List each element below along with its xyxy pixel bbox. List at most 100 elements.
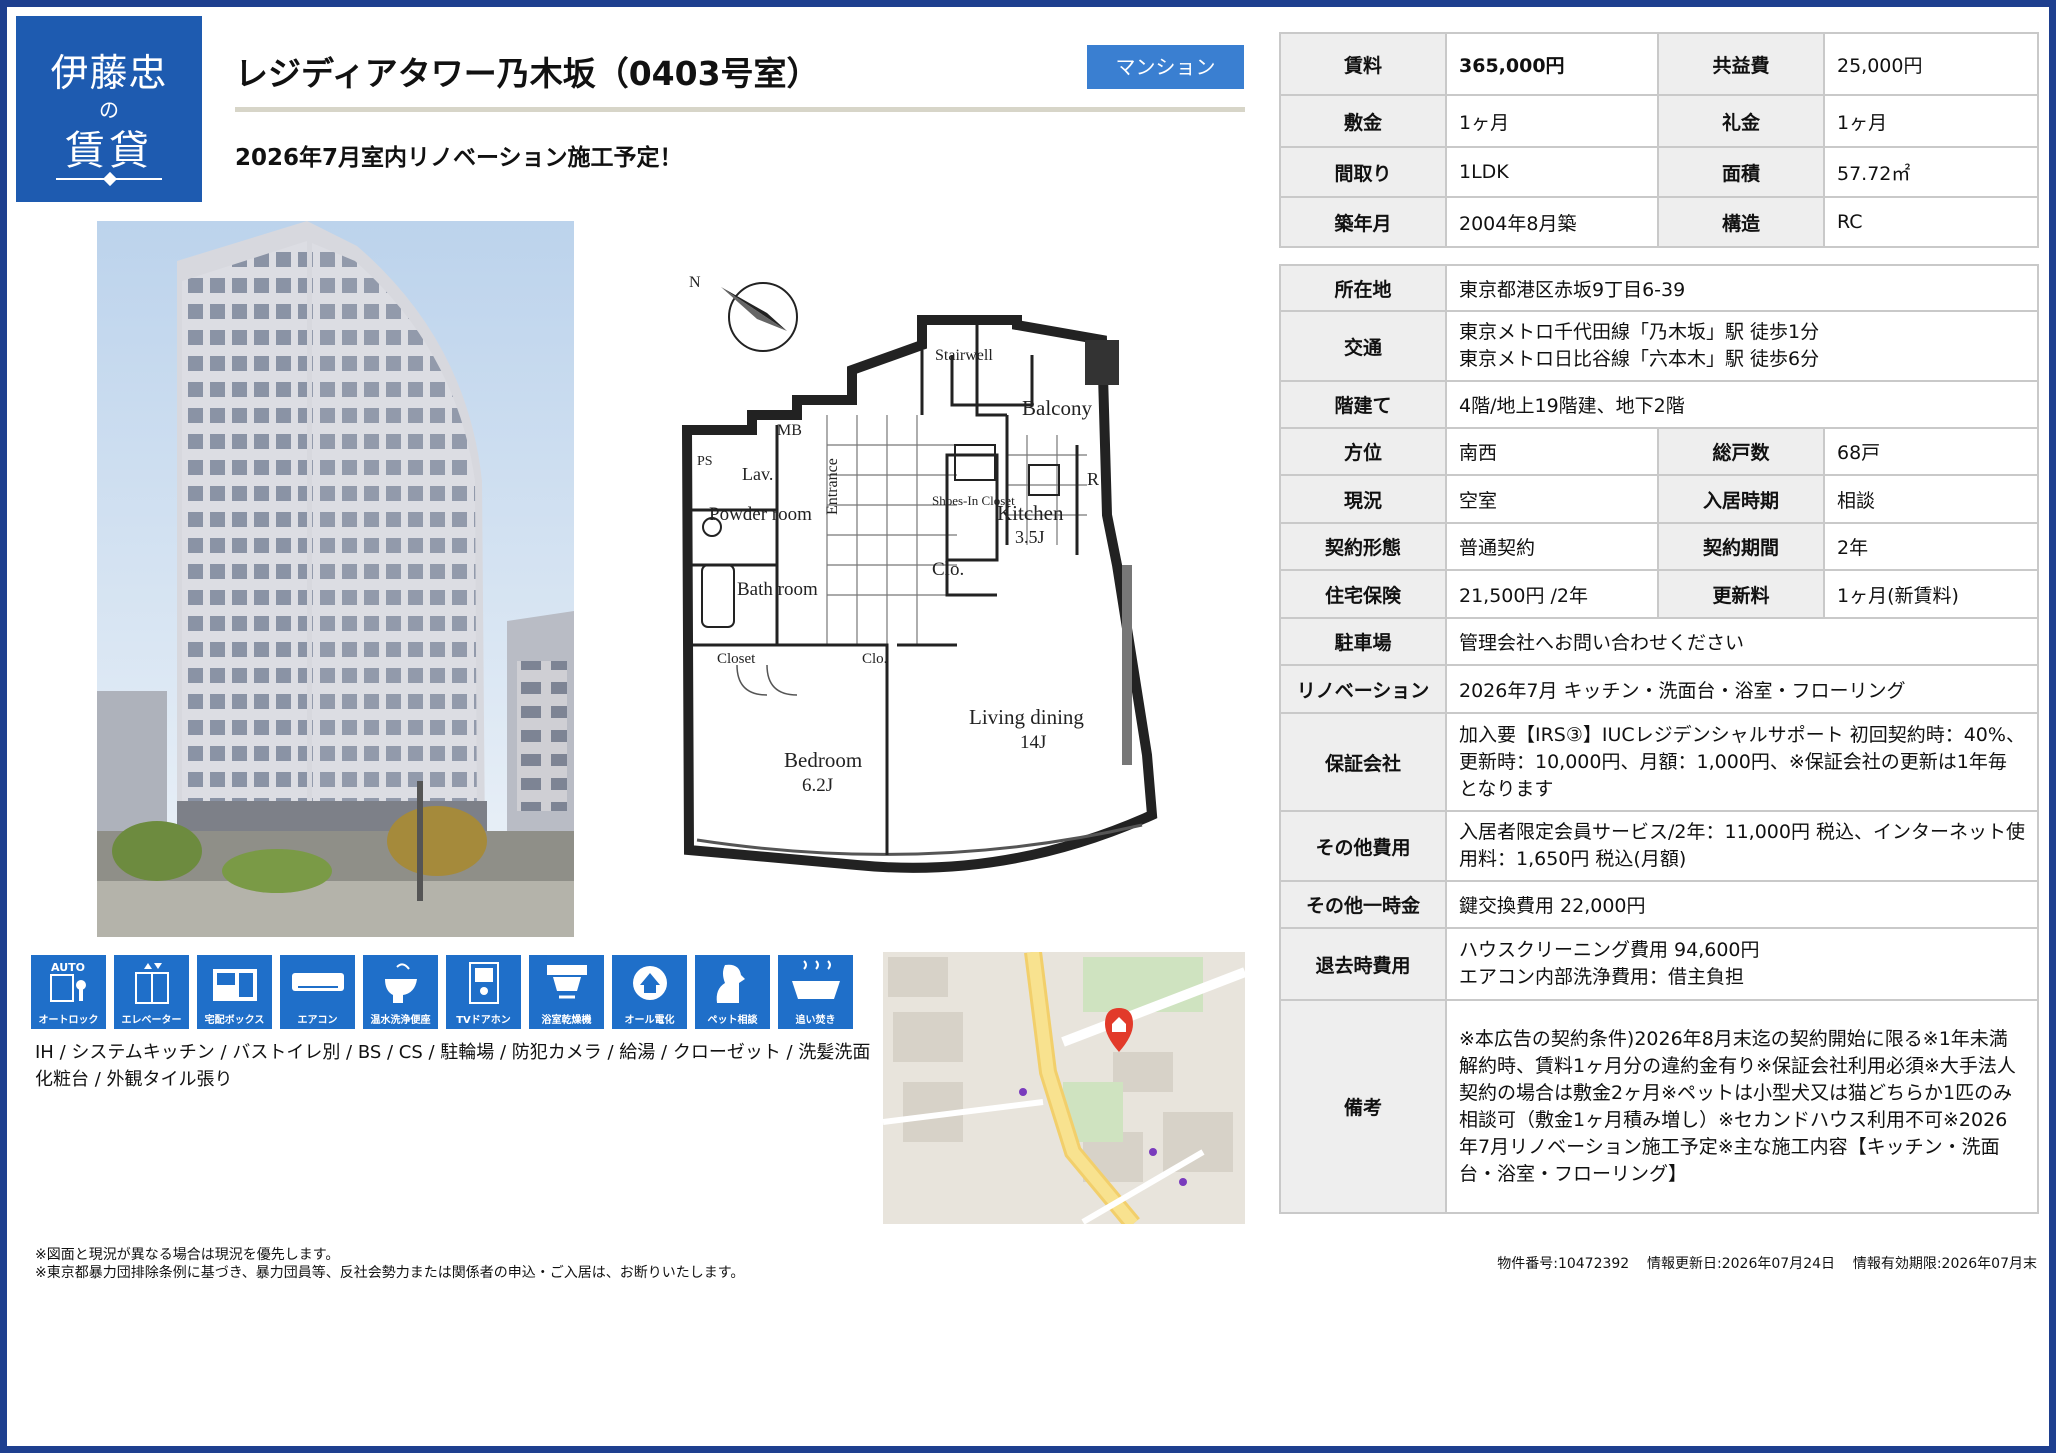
other-onetime-label: その他一時金	[1279, 880, 1447, 929]
moveout-line-2: エアコン内部洗浄費用：借主負担	[1459, 966, 1745, 988]
renewal-label: 更新料	[1657, 569, 1825, 619]
all-electric-icon: オール電化	[612, 955, 687, 1029]
rent-value: 365,000円	[1445, 32, 1659, 96]
logo-text-3: 賃貸	[65, 128, 153, 174]
layout-label: 間取り	[1279, 146, 1447, 198]
air-conditioner-icon: エアコン	[280, 955, 355, 1029]
feature-label: TVドアホン	[456, 1015, 511, 1026]
transport-label: 交通	[1279, 310, 1447, 382]
floor-plan: N Stairwell Balcony MB PS Lav. Entrance …	[681, 274, 1158, 873]
transport-line-1: 東京メトロ千代田線「乃木坂」駅 徒歩1分	[1459, 321, 1820, 343]
fp-bedroom-size: 6.2J	[802, 775, 833, 796]
title-divider	[235, 107, 1245, 112]
compass-label: N	[689, 274, 701, 291]
fp-clo-2: Clo.	[862, 651, 887, 667]
feature-label: オール電化	[624, 1015, 675, 1026]
direction-value: 南西	[1445, 427, 1659, 476]
other-fees-label: その他費用	[1279, 810, 1447, 882]
feature-label: エアコン	[297, 1015, 338, 1026]
feature-label: 宅配ボックス	[204, 1015, 265, 1026]
fp-ps: PS	[697, 454, 713, 469]
renewal-value: 1ヶ月(新賃料)	[1822, 569, 2040, 619]
page-frame: 伊藤忠 の 賃貸 レジディアタワー乃木坂（0403号室） マンション 2026年…	[0, 0, 2056, 1453]
auto-lock-caption: AUTO	[51, 961, 85, 974]
floors-label: 階建て	[1279, 380, 1447, 429]
fp-bath-room: Bath room	[737, 579, 818, 600]
contract-type-value: 普通契約	[1445, 522, 1659, 571]
footnotes: ※図面と現況が異なる場合は現況を優先します。 ※東京都暴力団排除条例に基づき、暴…	[35, 1246, 744, 1282]
area-value: 57.72㎡	[1823, 146, 2039, 198]
feature-label: 温水洗浄便座	[370, 1015, 431, 1026]
property-title: レジディアタワー乃木坂（0403号室）	[235, 54, 820, 93]
common-fee-label: 共益費	[1657, 32, 1825, 96]
feature-label: 浴室乾燥機	[541, 1015, 592, 1026]
fp-closet: Closet	[717, 651, 756, 667]
fp-mb: MB	[777, 422, 802, 439]
brand-logo[interactable]: 伊藤忠 の 賃貸	[16, 16, 202, 202]
parking-value: 管理会社へお問い合わせください	[1444, 617, 2040, 666]
transport-value: 東京メトロ千代田線「乃木坂」駅 徒歩1分 東京メトロ日比谷線「六本木」駅 徒歩6…	[1444, 310, 2040, 382]
logo-ornament	[56, 178, 162, 180]
move-in-value: 相談	[1822, 474, 2040, 524]
tv-doorphone-icon: TVドアホン	[446, 955, 521, 1029]
rent-label: 賃料	[1279, 32, 1447, 96]
address-value: 東京都港区赤坂9丁目6-39	[1444, 264, 2040, 312]
deposit-label: 敷金	[1279, 94, 1447, 148]
feature-label: オートロック	[38, 1015, 99, 1026]
remarks-value: ※本広告の契約条件)2026年8月末迄の契約開始に限る※1年未満解約時、賃料1ヶ…	[1444, 999, 2040, 1214]
contract-type-label: 契約形態	[1279, 522, 1447, 571]
built-value: 2004年8月築	[1445, 196, 1659, 248]
direction-label: 方位	[1279, 427, 1447, 476]
fp-kitchen-size: 3.5J	[1015, 527, 1045, 547]
property-type-badge: マンション	[1087, 45, 1244, 89]
feature-label: ペット相談	[707, 1015, 758, 1026]
built-label: 築年月	[1279, 196, 1447, 248]
renovation-value: 2026年7月 キッチン・洗面台・浴室・フローリング	[1444, 664, 2040, 714]
status-value: 空室	[1445, 474, 1659, 524]
compass-icon: N	[689, 274, 798, 352]
structure-label: 構造	[1657, 196, 1825, 248]
moveout-label: 退去時費用	[1279, 927, 1447, 1001]
moveout-value: ハウスクリーニング費用 94,600円 エアコン内部洗浄費用：借主負担	[1444, 927, 2040, 1001]
fp-balcony: Balcony	[1022, 396, 1092, 420]
fp-living-dining: Living dining	[969, 705, 1084, 729]
property-number: 物件番号:10472392	[1497, 1256, 1630, 1272]
property-subtitle: 2026年7月室内リノベーション施工予定！	[235, 145, 683, 171]
contract-period-label: 契約期間	[1657, 522, 1825, 571]
logo-text-1: 伊藤忠	[50, 51, 168, 95]
fp-stairwell: Stairwell	[935, 347, 993, 364]
location-map[interactable]	[883, 952, 1245, 1224]
move-in-label: 入居時期	[1657, 474, 1825, 524]
structure-value: RC	[1823, 196, 2039, 248]
guarantor-label: 保証会社	[1279, 712, 1447, 812]
building-photo	[97, 221, 574, 937]
units-label: 総戸数	[1657, 427, 1825, 476]
fp-kitchen: Kitchen	[997, 501, 1064, 525]
renovation-label: リノベーション	[1279, 664, 1447, 714]
units-value: 68戸	[1822, 427, 2040, 476]
update-date: 情報更新日:2026年07月24日	[1647, 1256, 1836, 1272]
floors-value: 4階/地上19階建、地下2階	[1444, 380, 2040, 429]
property-meta: 物件番号:10472392 情報更新日:2026年07月24日 情報有効期限:2…	[1287, 1253, 2037, 1273]
fp-clo-1: Clo.	[932, 559, 964, 580]
fp-living-dining-size: 14J	[1020, 732, 1046, 753]
insurance-label: 住宅保険	[1279, 569, 1447, 619]
remarks-label: 備考	[1279, 999, 1447, 1214]
parking-label: 駐車場	[1279, 617, 1447, 666]
pet-icon: ペット相談	[695, 955, 770, 1029]
transport-line-2: 東京メトロ日比谷線「六本木」駅 徒歩6分	[1459, 348, 1820, 370]
details-table: 所在地 東京都港区赤坂9丁目6-39 交通 東京メトロ千代田線「乃木坂」駅 徒歩…	[1279, 264, 2040, 1214]
key-money-label: 礼金	[1657, 94, 1825, 148]
other-onetime-value: 鍵交換費用 22,000円	[1444, 880, 2040, 929]
guarantor-value: 加入要【IRS③】IUCレジデンシャルサポート 初回契約時：40%、更新時：10…	[1444, 712, 2040, 812]
insurance-value: 21,500円 /2年	[1445, 569, 1659, 619]
fp-entrance: Entrance	[824, 458, 841, 515]
delivery-box-icon: 宅配ボックス	[197, 955, 272, 1029]
deposit-value: 1ヶ月	[1445, 94, 1659, 148]
key-money-value: 1ヶ月	[1823, 94, 2039, 148]
equipment-list: IH / システムキッチン / バストイレ別 / BS / CS / 駐輪場 /…	[35, 1042, 871, 1090]
layout-value: 1LDK	[1445, 146, 1659, 198]
summary-table: 賃料 365,000円 共益費 25,000円 敷金 1ヶ月 礼金 1ヶ月 間取…	[1279, 32, 2039, 248]
feature-label: 追い焚き	[795, 1015, 836, 1026]
bathroom-dryer-icon: 浴室乾燥機	[529, 955, 604, 1029]
